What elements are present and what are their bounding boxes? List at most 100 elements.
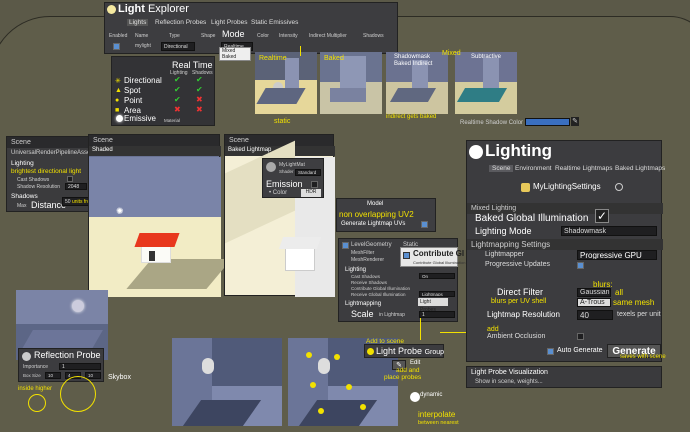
ambient-occlusion-checkbox[interactable] [577,333,584,340]
ambient-occlusion-label: Ambient Occlusion [487,333,546,340]
add-place-note: add and [396,367,420,374]
tab-realtime-lightmaps[interactable]: Realtime Lightmaps [555,165,612,172]
settings-asset-name[interactable]: MyLightingSettings [533,182,601,191]
probe-visualization-section: Light Probe Visualization Show in scene,… [466,366,662,388]
reflection-probe-title: Reflection Probe [34,350,101,360]
col-enabled: Enabled [109,33,128,39]
shadow-resolution-dropdown[interactable]: 2048 [65,183,87,190]
tab-scene[interactable]: Scene [489,165,514,172]
filter-option-atrous[interactable]: A-Trous [577,298,611,307]
lightmapping-settings-header[interactable]: Lightmapping Settings [467,239,663,250]
skybox-label: Skybox [108,374,131,381]
inspector-receive-gi: Receive Global Illumination [351,292,406,297]
cross-icon: ✖ [196,95,203,104]
filter-option-gaussian[interactable]: Gaussian [577,288,611,297]
col-intensity: Intensity [279,33,298,39]
baked-gi-checkbox[interactable]: ✓ [595,209,609,223]
connector-line [420,318,421,340]
tab-static-emissives[interactable]: Static Emissives [251,19,298,26]
model-title: Model [367,201,384,207]
importance-field[interactable]: 1 [59,363,101,370]
lighting-mode-text: Lighting Mode [475,226,532,236]
reflection-probe-inspector: Reflection Probe Importance 1 Box Size 1… [18,348,104,382]
type-dropdown[interactable]: Directional [161,42,195,51]
cross-icon: ✖ [196,105,203,114]
mesh-filter-label: MeshFilter [351,250,375,256]
max-distance-value: 50 [65,199,71,205]
cast-shadows-checkbox[interactable] [67,176,73,182]
col-type: Type [169,33,180,39]
emission-label: Emission [266,179,303,189]
probe-diagram-circle [28,394,46,412]
spot-light-icon: ▲ [115,87,122,94]
scale-label: Scale [351,309,374,319]
baked-mode-dropdown[interactable]: Baked Lightmap [228,147,271,153]
generate-uvs-label: Generate Lightmap UVs [341,221,406,227]
contribute-gi-label: Contribute GI [413,249,465,258]
urp-panel-header: Scene [7,137,89,148]
shadow-color-swatch[interactable] [525,118,570,126]
shader-dropdown[interactable]: Standard [295,169,321,176]
receive-gi-dropdown[interactable]: Lightmaps [419,291,455,297]
emissive-icon [116,115,123,122]
generate-uvs-checkbox[interactable] [421,221,428,228]
eyedropper-icon[interactable]: ✎ [571,117,579,126]
mode-dropdown-list: Mixed Baked [219,47,251,61]
contribute-gi-popup: Contribute GI Contribute Global Illumina… [400,247,465,267]
inspector-lighting-section: Lighting [345,267,367,273]
check-icon: ✔ [174,95,181,104]
col-shape: Shape [201,33,216,39]
place-probes-note: place probes [384,374,422,381]
subtractive-thumbnail: Subtractive [455,52,517,114]
emission-checkbox[interactable] [311,181,318,188]
object-name: LevelGeometry [351,242,392,248]
mixed-mode-label: Mixed [442,50,461,57]
add-note: add [487,326,499,333]
tab-lights[interactable]: Lights [127,19,149,26]
shadowmask-thumbnail: Shadowmask Baked Indirect [386,52,448,114]
probe-vis-note: Show in scene, weights... [475,379,543,385]
type-point: Point [124,96,143,105]
static-note: static [274,118,291,125]
baked-mode-label: Baked [324,55,344,62]
area-light-icon: ■ [115,107,120,114]
lighting-mode-dropdown[interactable]: Shadowmask [561,226,657,236]
auto-generate-checkbox[interactable] [547,348,554,355]
texels-unit: texels per unit [617,311,661,318]
lightbulb-icon [107,5,116,14]
shaded-mode-dropdown[interactable]: Shaded [92,147,113,153]
tab-light-probes[interactable]: Light Probes [211,19,248,26]
urp-lighting-section: Lighting [11,160,34,167]
object-active-checkbox[interactable] [342,242,349,249]
progressive-updates-checkbox[interactable] [577,262,584,269]
light-probe-title: Light Probe Group [376,346,444,356]
lighting-bulb-icon [469,145,483,159]
hdr-color-swatch[interactable]: HDR [301,189,321,197]
tab-environment[interactable]: Environment [515,165,552,172]
tab-baked-lightmaps[interactable]: Baked Lightmaps [615,165,665,172]
mode-option-baked[interactable]: Baked [222,54,236,60]
lightmap-resolution-field[interactable]: 40 [577,310,613,320]
baked-indirect-mode-label: Baked Indirect [394,61,433,67]
shader-label: Shader [279,169,294,174]
urp-asset-name: UniversalRenderPipelineAsset [11,150,93,156]
col-shadows: Shadows [363,33,384,39]
enabled-checkbox[interactable] [113,43,120,50]
col-mode: Mode [222,29,245,39]
cast-shadows-dropdown[interactable]: On [419,273,455,279]
urp-cast-shadows: Cast Shadows [17,177,50,183]
contribute-gi-checkbox[interactable] [403,252,410,259]
box-size-x[interactable]: 10 [45,372,61,379]
inspector-cast-shadows: Cast Shadows [351,274,381,279]
material-inspector: MyLightMat Shader Standard Emission • Co… [262,158,324,198]
indirect-note: indirect gets baked [386,114,437,120]
mesh-renderer-label: MeshRenderer [351,257,385,263]
object-picker-icon[interactable] [615,183,623,191]
light-probes-dropdown[interactable]: Light Probes [418,298,448,313]
probe-vis-header[interactable]: Light Probe Visualization [471,369,548,376]
lightmapper-dropdown[interactable]: Progressive GPU [577,250,657,260]
tab-reflection-probes[interactable]: Reflection Probes [155,19,206,26]
material-name: MyLightMat [279,162,305,168]
realtime-thumbnail: Realtime [255,52,317,114]
sun-gizmo-icon: ✺ [116,206,124,216]
